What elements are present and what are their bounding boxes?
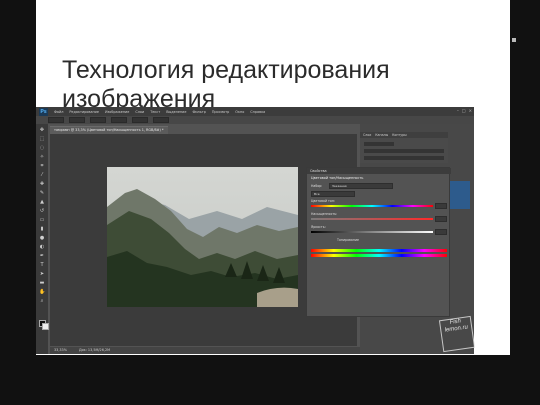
menu-view[interactable]: Просмотр bbox=[212, 110, 229, 114]
slide-corner-mark bbox=[512, 38, 516, 42]
preset-label: Набор: bbox=[311, 184, 323, 188]
hue-label: Цветовой тон: bbox=[311, 199, 335, 203]
photoshop-window: Ps Файл Редактирование Изображение Слои … bbox=[36, 107, 474, 354]
photoshop-logo: Ps bbox=[39, 107, 48, 116]
hue-slider[interactable] bbox=[311, 205, 433, 207]
menu-edit[interactable]: Редактирование bbox=[69, 110, 99, 114]
lasso-tool-icon[interactable]: ◌ bbox=[39, 146, 45, 151]
type-tool-icon[interactable]: T bbox=[39, 263, 45, 268]
option-field[interactable] bbox=[69, 117, 85, 123]
lock-row[interactable] bbox=[364, 156, 444, 160]
document-size: Док: 13,5M/26,2M bbox=[78, 348, 111, 352]
history-brush-tool-icon[interactable]: ↺ bbox=[39, 209, 45, 214]
input-color-bar bbox=[311, 249, 447, 252]
hue-value-field[interactable] bbox=[435, 203, 447, 209]
stamp-tool-icon[interactable]: ▲ bbox=[39, 200, 45, 205]
pen-tool-icon[interactable]: ✒ bbox=[39, 254, 45, 259]
eraser-tool-icon[interactable]: ▭ bbox=[39, 218, 45, 223]
landscape-photo bbox=[107, 167, 298, 307]
hand-tool-icon[interactable]: ✋ bbox=[39, 290, 45, 295]
mountain-landscape-image bbox=[107, 167, 298, 307]
zoom-level[interactable]: 33,33% bbox=[54, 347, 67, 354]
magic-wand-tool-icon[interactable]: ✧ bbox=[39, 155, 45, 160]
background-color-swatch[interactable] bbox=[42, 323, 49, 330]
saturation-label: Насыщенность: bbox=[311, 212, 338, 216]
option-field[interactable] bbox=[111, 117, 127, 123]
shape-tool-icon[interactable]: ▬ bbox=[39, 281, 45, 286]
menu-filter[interactable]: Фильтр bbox=[192, 110, 205, 114]
output-color-bar bbox=[311, 254, 447, 257]
channel-dropdown[interactable]: Все bbox=[311, 191, 355, 197]
gradient-tool-icon[interactable]: ▮ bbox=[39, 227, 45, 232]
menu-bar: Ps Файл Редактирование Изображение Слои … bbox=[36, 107, 474, 116]
eyedropper-tool-icon[interactable]: ⁄ bbox=[39, 173, 45, 178]
properties-header: Свойства bbox=[307, 168, 451, 174]
dodge-tool-icon[interactable]: ◐ bbox=[39, 245, 45, 250]
blur-tool-icon[interactable]: ● bbox=[39, 236, 45, 241]
lightness-label: Яркость: bbox=[311, 225, 326, 229]
lightness-value-field[interactable] bbox=[435, 229, 447, 235]
window-controls: – □ × bbox=[457, 108, 472, 113]
left-frame-bar bbox=[0, 0, 36, 355]
brush-tool-icon[interactable]: ✎ bbox=[39, 191, 45, 196]
option-field[interactable] bbox=[48, 117, 64, 123]
lightness-slider[interactable] bbox=[311, 231, 433, 233]
options-bar bbox=[36, 116, 474, 124]
crop-tool-icon[interactable]: ⌗ bbox=[39, 164, 45, 169]
menu-image[interactable]: Изображение bbox=[105, 110, 129, 114]
menu-file[interactable]: Файл bbox=[54, 110, 63, 114]
maximize-icon[interactable]: □ bbox=[462, 108, 466, 113]
saturation-slider[interactable] bbox=[311, 218, 433, 220]
move-tool-icon[interactable]: ✥ bbox=[39, 128, 45, 133]
watermark-stamp: Fish lemon.ru bbox=[438, 315, 476, 353]
minimize-icon[interactable]: – bbox=[457, 108, 459, 113]
slide-title: Технология редактирования изображения bbox=[62, 56, 390, 113]
menu-help[interactable]: Справка bbox=[250, 110, 265, 114]
zoom-tool-icon[interactable]: ⌕ bbox=[39, 299, 45, 304]
healing-tool-icon[interactable]: ✚ bbox=[39, 182, 45, 187]
layer-filter-field[interactable] bbox=[364, 142, 394, 146]
marquee-tool-icon[interactable]: ⬚ bbox=[39, 137, 45, 142]
option-field[interactable] bbox=[153, 117, 169, 123]
selected-layer-thumbnail[interactable] bbox=[448, 181, 470, 209]
bottom-frame-bar bbox=[0, 355, 540, 405]
right-frame-bar bbox=[510, 0, 540, 355]
close-icon[interactable]: × bbox=[469, 108, 472, 113]
tools-panel: ✥ ⬚ ◌ ✧ ⌗ ⁄ ✚ ✎ ▲ ↺ ▭ ▮ ● ◐ ✒ T ➤ ▬ ✋ ⌕ bbox=[36, 124, 49, 354]
menu-window[interactable]: Окно bbox=[235, 110, 244, 114]
layers-panel bbox=[360, 138, 448, 163]
saturation-value-field[interactable] bbox=[435, 216, 447, 222]
preset-dropdown[interactable]: Заказная bbox=[329, 183, 393, 189]
colorize-label: Тонирование bbox=[337, 238, 359, 242]
menu-layers[interactable]: Слои bbox=[135, 110, 144, 114]
document-tab[interactable]: тамрамп @ 33,3% (Цветовой тон/Насыщеннос… bbox=[50, 126, 168, 134]
path-select-tool-icon[interactable]: ➤ bbox=[39, 272, 45, 277]
option-field[interactable] bbox=[132, 117, 148, 123]
option-field[interactable] bbox=[90, 117, 106, 123]
menu-select[interactable]: Выделение bbox=[166, 110, 186, 114]
adjustment-name: Цветовой тон/Насыщенность bbox=[311, 176, 364, 180]
menu-text[interactable]: Текст bbox=[150, 110, 160, 114]
blend-mode-row[interactable] bbox=[364, 149, 444, 153]
properties-panel: Свойства Цветовой тон/Насыщенность Набор… bbox=[306, 167, 451, 317]
status-bar: 33,33% Док: 13,5M/26,2M bbox=[50, 347, 360, 354]
